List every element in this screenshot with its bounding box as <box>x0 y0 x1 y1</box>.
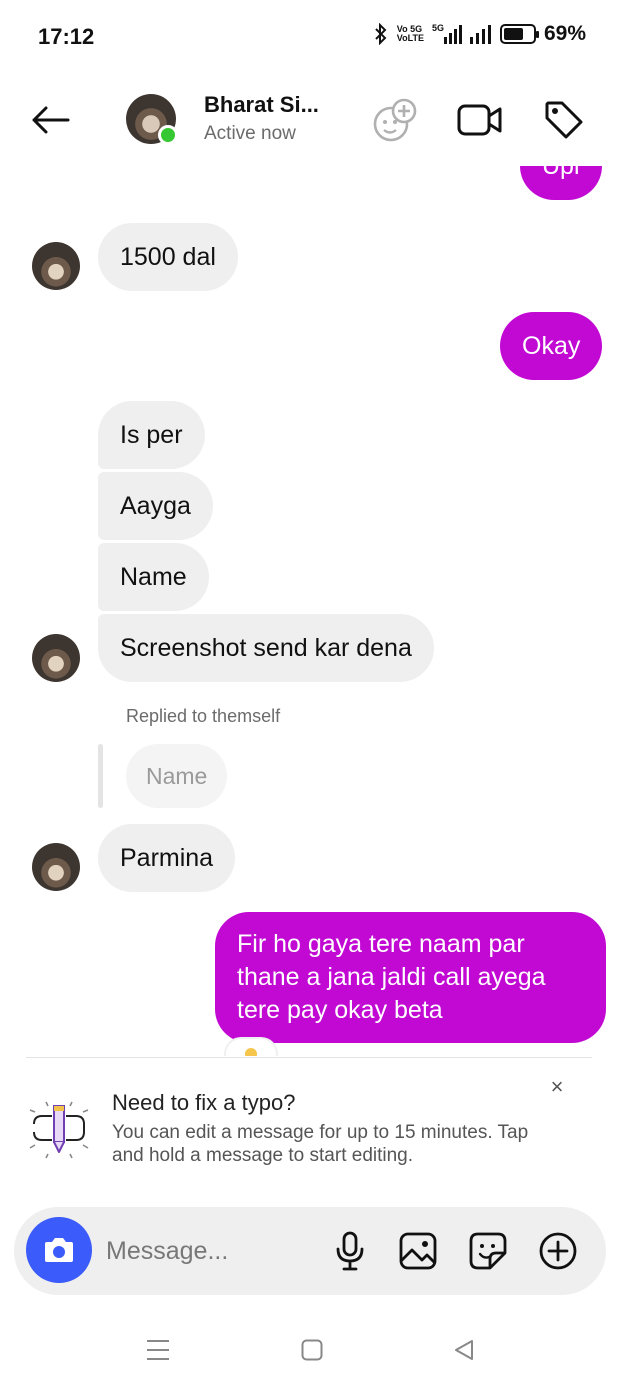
video-call-button[interactable] <box>456 96 504 144</box>
message-bubble-incoming[interactable]: 1500 dal <box>98 223 238 291</box>
status-icons: Vo 5G VoLTE 5G 69% <box>373 22 586 46</box>
active-status: Active now <box>204 123 296 144</box>
plus-circle-icon <box>539 1232 577 1270</box>
message-bubble-incoming[interactable]: Name <box>98 543 209 611</box>
camera-button[interactable] <box>26 1217 92 1283</box>
status-time: 17:12 <box>38 24 95 49</box>
recent-apps-button[interactable] <box>138 1330 178 1370</box>
reply-quoted-message[interactable]: Name <box>126 744 228 808</box>
image-icon <box>399 1232 437 1270</box>
voice-message-button[interactable] <box>328 1229 372 1273</box>
sticker-icon <box>469 1232 507 1270</box>
battery-percent: 69% <box>543 22 586 45</box>
tip-body: You can edit a message for up to 15 minu… <box>112 1122 529 1166</box>
square-icon <box>301 1339 323 1361</box>
chat-header: Bharat Si... Active now <box>0 76 620 166</box>
signal-icon <box>469 24 492 44</box>
battery-level-fill <box>503 28 523 40</box>
tip-close-button[interactable]: × <box>540 1070 574 1104</box>
message-input[interactable] <box>106 1229 316 1273</box>
sender-avatar[interactable] <box>32 634 80 682</box>
reply-context-label: Replied to themself <box>126 706 281 726</box>
volte-label-2: VoLTE <box>396 33 424 43</box>
message-bubble-incoming[interactable]: Aayga <box>98 472 213 540</box>
reaction-badge[interactable] <box>226 1039 276 1056</box>
battery-icon <box>499 24 539 44</box>
triangle-back-icon <box>455 1340 473 1360</box>
reply-quote-bar <box>98 744 103 808</box>
add-people-button[interactable] <box>372 96 420 144</box>
back-button[interactable] <box>28 98 72 142</box>
microphone-icon <box>336 1231 364 1271</box>
message-bubble-incoming[interactable]: Screenshot send kar dena <box>98 614 434 682</box>
home-button[interactable] <box>292 1330 332 1370</box>
message-composer <box>14 1207 606 1295</box>
video-camera-icon <box>457 104 502 136</box>
tip-title: Need to fix a typo? <box>112 1090 296 1115</box>
arrow-left-icon <box>32 106 70 134</box>
menu-lines-icon <box>147 1340 169 1360</box>
message-bubble-incoming[interactable]: Is per <box>98 401 205 469</box>
camera-icon <box>45 1238 73 1262</box>
message-thread[interactable]: Upi 1500 dal Okay Is per Aayga Name Scre… <box>0 166 620 1056</box>
tag-button[interactable] <box>540 96 588 144</box>
tag-icon <box>545 101 583 139</box>
sender-avatar[interactable] <box>32 242 80 290</box>
sticker-button[interactable] <box>466 1229 510 1273</box>
message-bubble-outgoing[interactable]: Fir ho gaya tere naam par thane a jana j… <box>215 912 606 1043</box>
contact-name[interactable]: Bharat Si... <box>204 92 319 118</box>
status-bar: 17:12 Vo 5G VoLTE 5G 69% <box>0 0 620 76</box>
bluetooth-icon <box>373 23 389 45</box>
message-bubble-outgoing[interactable]: Upi <box>520 166 602 200</box>
reaction-emoji-icon <box>245 1048 257 1056</box>
message-bubble-outgoing[interactable]: Okay <box>500 312 603 380</box>
back-nav-button[interactable] <box>444 1330 484 1370</box>
face-plus-icon <box>373 98 417 142</box>
signal-5g-icon: 5G <box>432 24 462 44</box>
system-navigation-bar <box>0 1306 620 1386</box>
online-status-dot <box>158 125 178 145</box>
message-bubble-incoming[interactable]: Parmina <box>98 824 236 892</box>
tip-divider <box>26 1057 592 1058</box>
more-options-button[interactable] <box>536 1229 580 1273</box>
sender-avatar[interactable] <box>32 843 80 891</box>
edit-message-illustration-icon <box>26 1098 92 1164</box>
gallery-button[interactable] <box>396 1229 440 1273</box>
network-type-label: Vo 5G VoLTE <box>397 25 424 43</box>
signal-5g-label: 5G <box>431 23 444 33</box>
